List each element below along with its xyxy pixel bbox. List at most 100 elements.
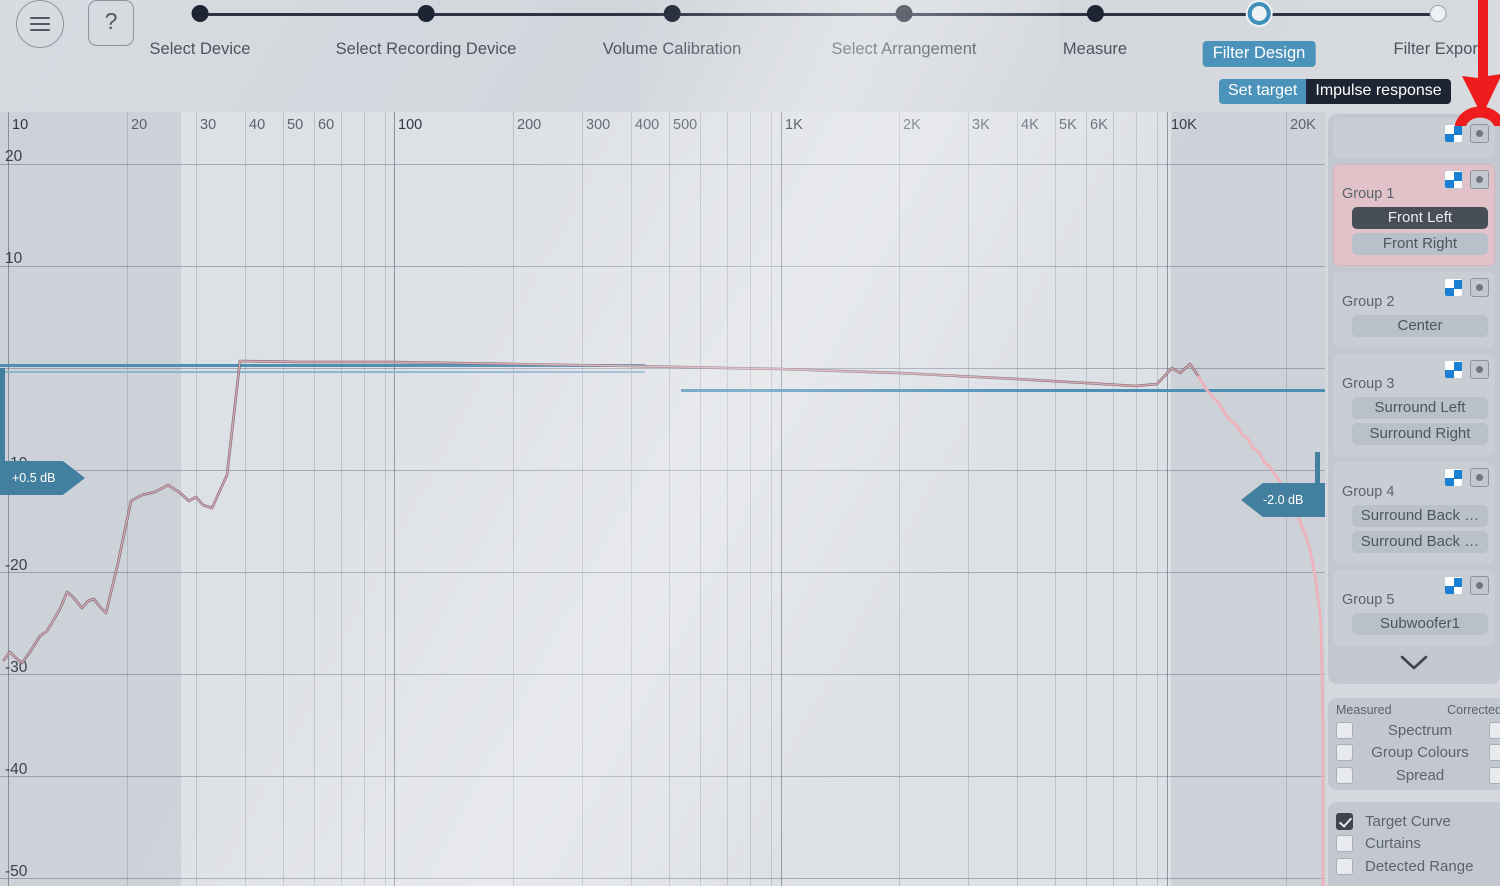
group-icons — [1444, 468, 1489, 487]
checkbox-corrected-spread[interactable] — [1489, 766, 1500, 784]
step-label: Volume Calibration — [602, 40, 742, 58]
filter-step-icon[interactable] — [1444, 360, 1463, 379]
xtick-100: 100 — [398, 117, 423, 133]
filter-step-icon[interactable] — [1444, 468, 1463, 487]
ytick--40: -40 — [5, 761, 28, 778]
gridline-x-50 — [283, 112, 284, 886]
xtick-4k: 4K — [1021, 117, 1039, 133]
step-label: Filter Export — [1393, 40, 1483, 58]
channel-surround-right[interactable]: Surround Right — [1352, 423, 1488, 445]
gridline-x-20 — [127, 112, 128, 886]
xtick-200: 200 — [517, 117, 542, 133]
target-handle-stem-left — [0, 368, 5, 464]
group-item-3[interactable]: Group 3 Surround Left Surround Right — [1333, 354, 1495, 456]
step-dot-current — [1247, 2, 1271, 25]
step-label: Select Recording Device — [335, 40, 517, 58]
target-dot-icon[interactable] — [1470, 170, 1489, 189]
gridline-x-600 — [700, 112, 701, 886]
tab-set-target[interactable]: Set target — [1219, 79, 1307, 104]
xtick-60: 60 — [318, 117, 335, 133]
channel-subwoofer1[interactable]: Subwoofer1 — [1352, 613, 1488, 635]
target-dot-icon[interactable] — [1470, 576, 1489, 595]
ytick--30: -30 — [5, 659, 28, 676]
gridline-x-7k — [1113, 112, 1114, 886]
overlay-row-detected-range: Detected Range — [1328, 855, 1500, 878]
checkbox-curtains[interactable] — [1336, 835, 1353, 853]
gridline-x-2k — [899, 112, 900, 886]
target-segment-low-ghost — [0, 371, 645, 373]
target-segment-high[interactable] — [681, 389, 1325, 392]
overlay-options-panel: Target Curve Curtains Detected Range — [1328, 802, 1500, 886]
step-dot — [1429, 5, 1447, 22]
step-dot — [663, 5, 681, 22]
target-dot-icon[interactable] — [1470, 468, 1489, 487]
channel-center[interactable]: Center — [1352, 315, 1488, 337]
gridline-x-200 — [513, 112, 514, 886]
step-measure[interactable]: Measure — [1063, 0, 1127, 59]
step-filter-design[interactable]: Filter Design — [1202, 0, 1316, 67]
channel-surround-back-1[interactable]: Surround Back … — [1352, 505, 1488, 527]
gridline-y--30 — [0, 776, 1325, 777]
checkbox-measured-group-colours[interactable] — [1336, 744, 1353, 762]
ytick--50: -50 — [5, 863, 28, 880]
group-item-1[interactable]: Group 1 Front Left Front Right — [1333, 164, 1495, 266]
checkbox-measured-spectrum[interactable] — [1336, 721, 1353, 739]
gridline-x-40 — [245, 112, 246, 886]
filter-step-icon[interactable] — [1444, 124, 1463, 143]
ytick-10: 10 — [5, 250, 23, 267]
target-dot-icon[interactable] — [1470, 360, 1489, 379]
checkbox-corrected-group-colours[interactable] — [1489, 744, 1500, 762]
target-dot-icon[interactable] — [1470, 278, 1489, 297]
overlay-row-target-curve: Target Curve — [1328, 810, 1500, 833]
filter-step-icon[interactable] — [1444, 170, 1463, 189]
xtick-1k: 1K — [785, 117, 803, 133]
channel-front-right[interactable]: Front Right — [1352, 233, 1488, 255]
gridline-y--20 — [0, 674, 1325, 675]
chevron-down-icon[interactable] — [1333, 652, 1495, 672]
group-item-2[interactable]: Group 2 Center — [1333, 272, 1495, 348]
substep-tabs: Set target Impulse response — [1219, 79, 1451, 104]
gridline-x-70 — [341, 112, 342, 886]
checkbox-detected-range[interactable] — [1336, 857, 1353, 875]
group-item-5[interactable]: Group 5 Subwoofer1 — [1333, 570, 1495, 646]
group-icons — [1444, 360, 1489, 379]
group-icons — [1444, 170, 1489, 189]
step-volume-calibration[interactable]: Volume Calibration — [602, 0, 742, 59]
step-dot — [1086, 5, 1104, 22]
xtick-10k: 10K — [1171, 117, 1197, 133]
gridline-x-100 — [394, 112, 395, 886]
channel-front-left[interactable]: Front Left — [1352, 207, 1488, 229]
gridline-x-8k — [1136, 112, 1137, 886]
checkbox-measured-spread[interactable] — [1336, 766, 1353, 784]
xtick-500: 500 — [673, 117, 698, 133]
checkbox-target-curve[interactable] — [1336, 812, 1353, 830]
overlay-row-label: Target Curve — [1365, 812, 1451, 830]
display-row-label: Spread — [1395, 766, 1445, 784]
step-select-arrangement[interactable]: Select Arrangement — [832, 0, 976, 59]
gridline-y-10 — [0, 266, 1325, 267]
step-label: Select Device — [149, 40, 251, 58]
xtick-6k: 6K — [1090, 117, 1108, 133]
step-dot — [417, 5, 435, 22]
frequency-response-chart[interactable]: 10 20 30 40 50 60 100 200 300 400 500 1K… — [0, 112, 1325, 886]
group-item-4[interactable]: Group 4 Surround Back … Surround Back … — [1333, 462, 1495, 564]
display-options-header: Measured Corrected — [1328, 703, 1500, 719]
checkbox-corrected-spectrum[interactable] — [1489, 721, 1500, 739]
channel-surround-back-2[interactable]: Surround Back … — [1352, 531, 1488, 553]
gridline-x-1k — [781, 112, 782, 886]
step-select-device[interactable]: Select Device — [149, 0, 251, 59]
step-select-recording-device[interactable]: Select Recording Device — [335, 0, 517, 59]
channel-surround-left[interactable]: Surround Left — [1352, 397, 1488, 419]
filter-step-icon[interactable] — [1444, 576, 1463, 595]
wizard-stepper: Select Device Select Recording Device Vo… — [0, 0, 1500, 112]
filter-step-icon[interactable] — [1444, 278, 1463, 297]
xtick-400: 400 — [635, 117, 660, 133]
step-filter-export[interactable]: Filter Export — [1393, 0, 1483, 59]
group-master-icons — [1444, 124, 1489, 143]
xtick-3k: 3K — [972, 117, 990, 133]
tab-impulse-response[interactable]: Impulse response — [1306, 79, 1451, 104]
target-segment-low[interactable] — [0, 364, 645, 367]
gridline-x-900 — [771, 112, 772, 886]
group-master-row[interactable] — [1333, 118, 1495, 158]
target-dot-icon[interactable] — [1470, 124, 1489, 143]
